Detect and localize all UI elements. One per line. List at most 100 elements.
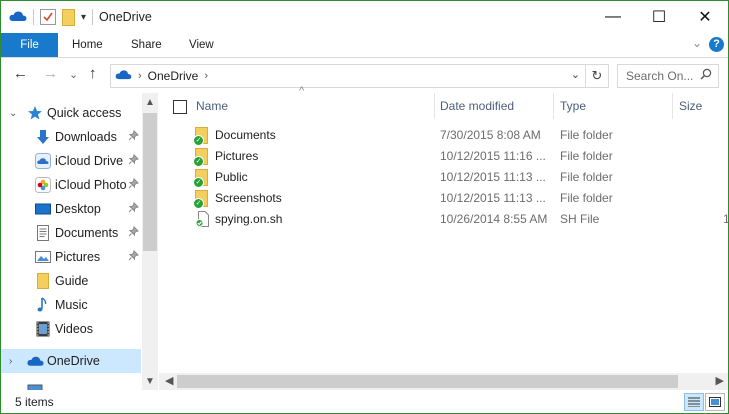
forward-button[interactable]: → [43,65,58,82]
sidebar-item-label: iCloud Photo [55,178,127,192]
table-row[interactable]: ✓ Pictures 10/12/2015 11:16 ... File fol… [159,146,728,167]
folder-synced-icon: ✓ [193,127,211,146]
sidebar-item-label: Quick access [47,106,122,120]
pin-icon[interactable] [128,226,139,240]
sidebar-item-label: Downloads [55,130,117,144]
music-icon [35,297,51,313]
file-list-horizontal-scrollbar[interactable]: ◀ ▶ [159,373,728,390]
column-divider[interactable] [553,93,554,119]
tab-file[interactable]: File [1,33,58,57]
pin-icon[interactable] [128,130,139,144]
minimize-button[interactable]: — [590,1,636,33]
table-row[interactable]: ✓ Screenshots 10/12/2015 11:13 ... File … [159,188,728,209]
onedrive-icon [9,10,27,25]
sidebar-item-this-pc[interactable] [1,379,141,390]
scroll-left-icon[interactable]: ◀ [165,374,173,387]
sidebar-item-desktop[interactable]: Desktop [1,197,141,221]
scrollbar-thumb[interactable] [143,113,157,251]
ribbon-tabs: File Home Share View ⌄ ? [1,33,728,58]
file-date: 7/30/2015 8:08 AM [440,128,541,142]
icloud-drive-icon [35,153,51,169]
properties-icon[interactable] [40,9,56,25]
table-row[interactable]: spying.on.sh 10/26/2014 8:55 AM SH File … [159,209,728,230]
folder-synced-icon: ✓ [193,190,211,209]
sidebar-item-guide[interactable]: Guide [1,269,141,293]
new-folder-icon[interactable] [62,8,75,26]
file-type: File folder [560,149,613,163]
sidebar-item-downloads[interactable]: Downloads [1,125,141,149]
expand-icon[interactable]: › [9,356,12,367]
column-date-modified[interactable]: Date modified [440,93,514,119]
column-divider[interactable] [434,93,435,119]
help-icon[interactable]: ? [709,37,724,52]
sidebar-item-icloud-photo[interactable]: iCloud Photo [1,173,141,197]
column-type[interactable]: Type [560,93,586,119]
tab-home[interactable]: Home [72,33,103,57]
pin-icon[interactable] [128,178,139,192]
pin-icon[interactable] [128,250,139,264]
recent-locations-button[interactable]: ⌄ [69,68,78,81]
sidebar-item-label: Pictures [55,250,101,264]
window-controls: — ☐ ✕ [590,1,728,33]
expand-icon[interactable]: ⌄ [9,108,17,119]
expand-ribbon-icon[interactable]: ⌄ [692,36,702,50]
large-icons-view-button[interactable] [705,393,725,411]
refresh-button[interactable]: ↻ [585,65,608,87]
file-name: Pictures [215,149,259,163]
sidebar-item-onedrive[interactable]: › OneDrive [1,349,141,373]
download-icon [35,129,51,145]
customize-dropdown-icon[interactable]: ▾ [81,12,86,23]
sidebar-item-videos[interactable]: Videos [1,317,141,341]
up-button[interactable]: ↑ [89,65,97,82]
sidebar-item-quick-access[interactable]: ⌄ Quick access [1,101,141,125]
tab-share[interactable]: Share [131,33,162,57]
file-type: File folder [560,170,613,184]
chevron-right-icon[interactable]: › [204,70,208,82]
file-date: 10/12/2015 11:16 ... [440,149,546,163]
column-header: ^ Name Date modified Type Size [159,85,728,119]
column-size[interactable]: Size [679,93,702,119]
maximize-button[interactable]: ☐ [636,1,682,33]
scrollbar-thumb[interactable] [177,375,678,388]
address-dropdown-icon[interactable]: ⌄ [571,68,580,81]
search-input[interactable]: Search On... [617,64,719,88]
file-date: 10/26/2014 8:55 AM [440,212,548,226]
search-placeholder: Search On... [626,69,694,83]
breadcrumb-onedrive[interactable]: OneDrive [148,69,199,83]
table-row[interactable]: ✓ Documents 7/30/2015 8:08 AM File folde… [159,125,728,146]
search-icon[interactable] [700,68,712,83]
sidebar-item-pictures[interactable]: Pictures [1,245,141,269]
file-type: SH File [560,212,600,226]
close-button[interactable]: ✕ [682,1,728,33]
nav-pane-scrollbar[interactable]: ▲ ▼ [142,93,158,390]
documents-icon [35,225,51,241]
pictures-icon [35,249,51,265]
pin-icon[interactable] [128,202,139,216]
explorer-window: ▾ OneDrive — ☐ ✕ File Home Share View ⌄ … [0,0,729,414]
details-view-button[interactable] [684,393,704,411]
sidebar-item-label: Videos [55,322,93,336]
scroll-down-icon[interactable]: ▼ [142,376,158,387]
file-type: File folder [560,191,613,205]
select-all-checkbox[interactable] [173,100,187,114]
tab-view[interactable]: View [189,33,214,57]
column-divider[interactable] [672,93,673,119]
file-name: Documents [215,128,276,142]
address-bar[interactable]: › OneDrive › ⌄ ↻ [110,64,609,88]
sidebar-item-label: Music [55,298,88,312]
sidebar-item-music[interactable]: Music [1,293,141,317]
file-name: Public [215,170,248,184]
file-date: 10/12/2015 11:13 ... [440,170,546,184]
sidebar-item-documents[interactable]: Documents [1,221,141,245]
scroll-up-icon[interactable]: ▲ [142,97,158,108]
column-name[interactable]: Name [196,93,228,119]
folder-synced-icon: ✓ [193,148,211,167]
folder-icon [35,273,51,289]
file-synced-icon [195,211,211,227]
sidebar-item-label: Desktop [55,202,101,216]
pin-icon[interactable] [128,154,139,168]
back-button[interactable]: ← [13,65,28,82]
scroll-right-icon[interactable]: ▶ [716,374,724,387]
table-row[interactable]: ✓ Public 10/12/2015 11:13 ... File folde… [159,167,728,188]
sidebar-item-icloud-drive[interactable]: iCloud Drive [1,149,141,173]
